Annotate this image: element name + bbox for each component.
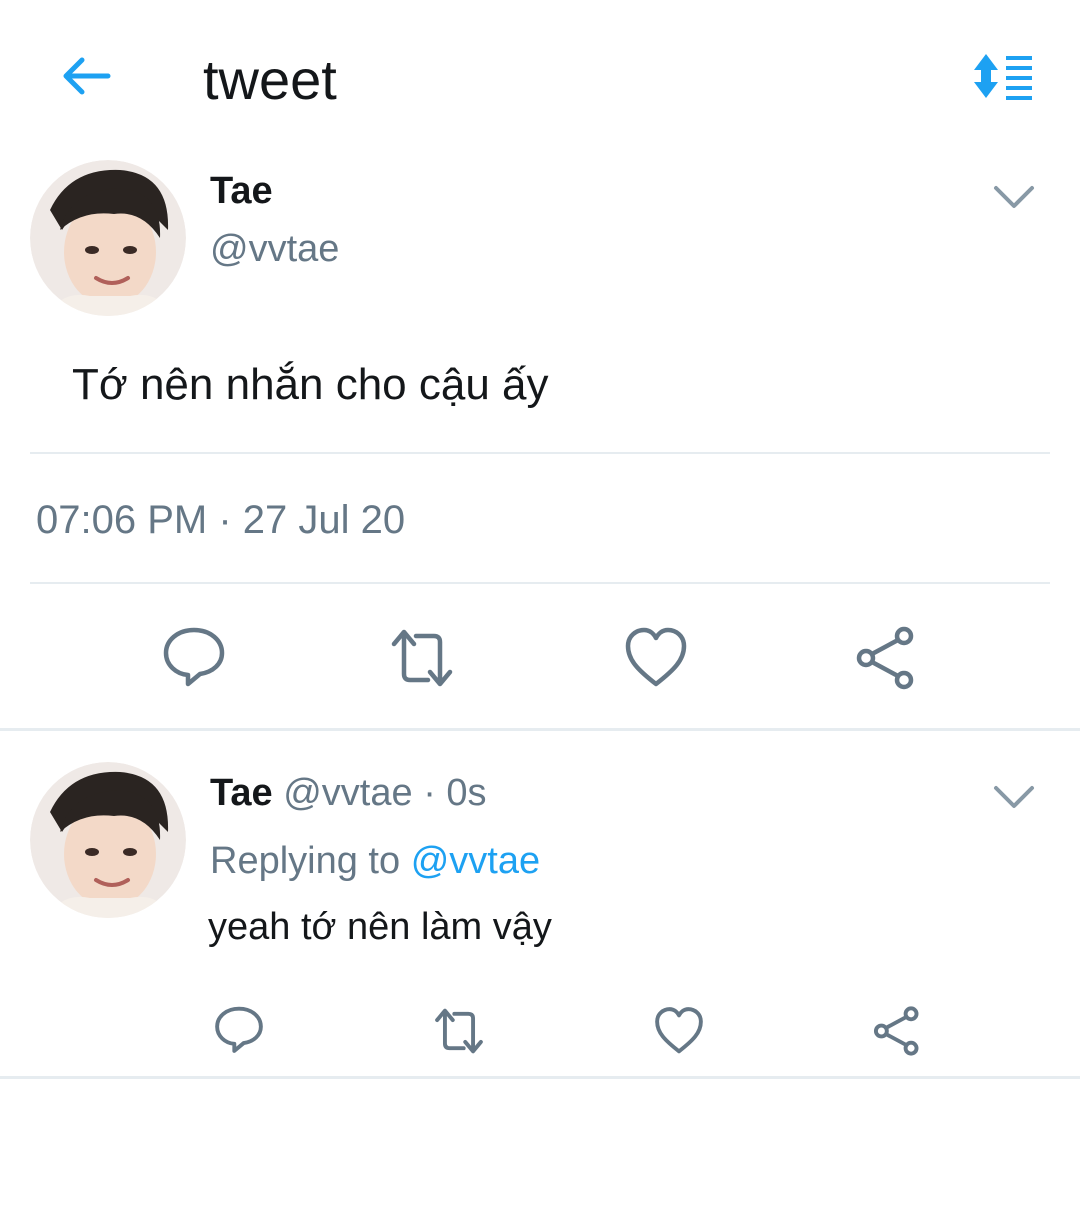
author-handle[interactable]: @vvtae [210, 228, 339, 271]
like-icon[interactable] [654, 1006, 704, 1056]
retweet-icon[interactable] [390, 626, 454, 690]
avatar[interactable] [30, 762, 186, 918]
divider [0, 728, 1080, 731]
divider [30, 582, 1050, 584]
tweet-timestamp: 07:06 PM · 27 Jul 20 [36, 498, 406, 542]
reply-icon[interactable] [162, 624, 226, 688]
chevron-down-icon[interactable] [992, 182, 1036, 212]
like-icon[interactable] [624, 626, 688, 690]
share-icon[interactable] [872, 1006, 922, 1056]
chevron-down-icon[interactable] [992, 782, 1036, 812]
tweet-text: Tớ nên nhắn cho cậu ấy [72, 360, 549, 409]
author-handle[interactable]: @vvtae [283, 772, 412, 814]
page-title: tweet [203, 48, 337, 111]
tweet-time: · 0s [423, 772, 487, 814]
sort-lines-icon[interactable] [970, 50, 1034, 102]
replying-to: Replying to @vvtae [210, 840, 540, 883]
divider [0, 1076, 1080, 1079]
author-name[interactable]: Tae [210, 170, 273, 213]
retweet-icon[interactable] [434, 1006, 484, 1056]
replying-label: Replying to [210, 840, 401, 882]
share-icon[interactable] [854, 626, 918, 690]
replying-to-link[interactable]: @vvtae [411, 840, 540, 882]
divider [30, 452, 1050, 454]
avatar[interactable] [30, 160, 186, 316]
back-arrow-icon[interactable] [56, 52, 116, 100]
reply-icon[interactable] [214, 1004, 264, 1054]
author-name[interactable]: Tae [210, 772, 273, 814]
reply-header: Tae @vvtae · 0s [210, 772, 487, 815]
tweet-text: yeah tớ nên làm vậy [208, 906, 552, 948]
